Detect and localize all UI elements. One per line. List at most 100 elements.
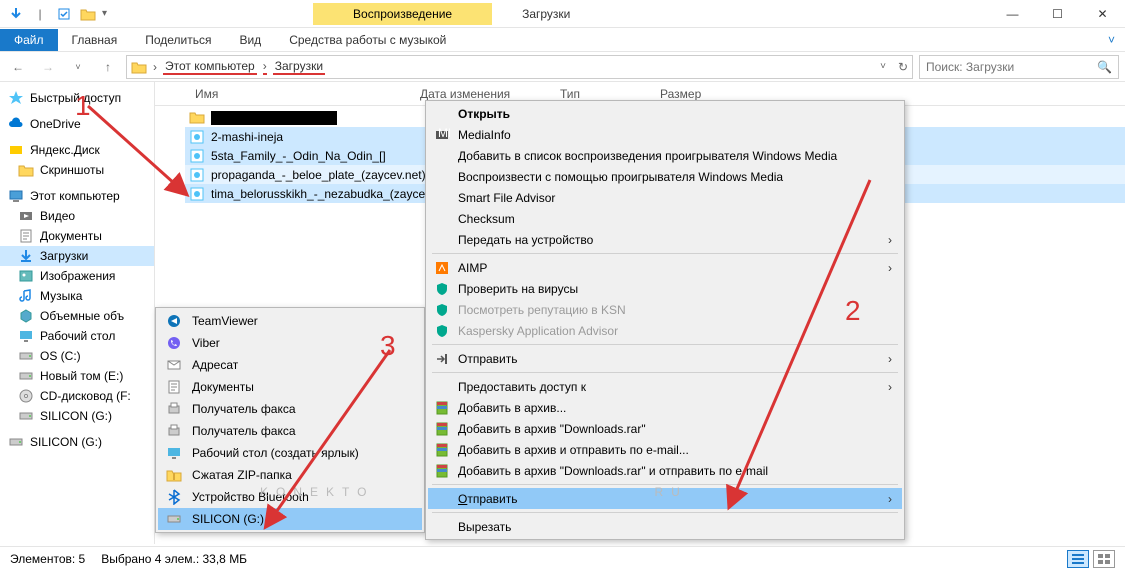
search-input[interactable] xyxy=(926,60,1097,74)
view-thumbnails-button[interactable] xyxy=(1093,550,1115,568)
menu-item[interactable]: Добавить в архив "Downloads.rar" и отпра… xyxy=(428,460,902,481)
tab-music-tools[interactable]: Средства работы с музыкой xyxy=(275,29,460,51)
address-bar[interactable]: › Этот компьютер › Загрузки ˅ ↻ xyxy=(126,55,913,79)
sidebar-item[interactable]: Скриншоты xyxy=(0,160,154,180)
col-date[interactable]: Дата изменения xyxy=(410,87,550,101)
breadcrumb-downloads[interactable]: Загрузки xyxy=(273,59,325,75)
menu-item[interactable]: Добавить в список воспроизведения проигр… xyxy=(428,145,902,166)
sidebar-item[interactable]: Документы xyxy=(0,226,154,246)
expand-ribbon-icon[interactable]: ˅ xyxy=(1098,33,1125,47)
submenu-item[interactable]: Рабочий стол (создать ярлык) xyxy=(158,442,422,464)
kasp-icon xyxy=(434,281,450,297)
submenu-label: SILICON (G:) xyxy=(192,512,264,526)
sidebar-item[interactable]: Новый том (E:) xyxy=(0,366,154,386)
sidebar-item[interactable]: Быстрый доступ xyxy=(0,88,154,108)
submenu-item[interactable]: Viber xyxy=(158,332,422,354)
col-name[interactable]: Имя xyxy=(185,87,410,101)
menu-label: Предоставить доступ к xyxy=(458,380,586,394)
sidebar-item[interactable]: OneDrive xyxy=(0,114,154,134)
tab-view[interactable]: Вид xyxy=(225,29,275,51)
sidebar-item[interactable]: Яндекс.Диск xyxy=(0,140,154,160)
forward-button[interactable]: → xyxy=(36,55,60,79)
sidebar-item[interactable]: Объемные объ xyxy=(0,306,154,326)
ydisk-icon xyxy=(8,142,24,158)
menu-item[interactable]: Добавить в архив "Downloads.rar" xyxy=(428,418,902,439)
sidebar-item[interactable]: Загрузки xyxy=(0,246,154,266)
refresh-icon[interactable]: ↻ xyxy=(892,60,908,74)
tab-file[interactable]: Файл xyxy=(0,29,58,51)
history-dropdown-icon[interactable]: ˅ xyxy=(66,55,90,79)
folder-icon xyxy=(131,60,147,74)
sidebar-item[interactable]: Музыка xyxy=(0,286,154,306)
close-button[interactable]: ✕ xyxy=(1080,0,1125,28)
navigation-bar: ← → ˅ ↑ › Этот компьютер › Загрузки ˅ ↻ … xyxy=(0,52,1125,82)
sidebar-item[interactable]: Видео xyxy=(0,206,154,226)
menu-item[interactable]: Предоставить доступ к› xyxy=(428,376,902,397)
dropdown-icon[interactable]: ▾ xyxy=(102,8,107,19)
search-icon[interactable]: 🔍 xyxy=(1097,60,1112,74)
chevron-right-icon[interactable]: › xyxy=(153,60,157,74)
context-menu: ОткрытьMIMediaInfoДобавить в список восп… xyxy=(425,100,905,540)
sidebar-label: Объемные объ xyxy=(40,309,124,323)
col-size[interactable]: Размер xyxy=(650,87,711,101)
wma-icon xyxy=(189,129,205,145)
sidebar-item[interactable]: Изображения xyxy=(0,266,154,286)
music-icon xyxy=(18,288,34,304)
menu-item[interactable]: AIMP› xyxy=(428,257,902,278)
menu-item[interactable]: Добавить в архив... xyxy=(428,397,902,418)
search-box[interactable]: 🔍 xyxy=(919,55,1119,79)
sidebar-label: SILICON (G:) xyxy=(30,435,102,449)
submenu-item[interactable]: Устройство Bluetooth xyxy=(158,486,422,508)
submenu-label: Устройство Bluetooth xyxy=(192,490,309,504)
3d-icon xyxy=(18,308,34,324)
share-icon xyxy=(434,351,450,367)
menu-item[interactable]: Открыть xyxy=(428,103,902,124)
sidebar-item[interactable]: Рабочий стол xyxy=(0,326,154,346)
rar-icon xyxy=(434,421,450,437)
sidebar-item[interactable]: OS (C:) xyxy=(0,346,154,366)
down-icon xyxy=(18,248,34,264)
col-type[interactable]: Тип xyxy=(550,87,650,101)
sidebar-item[interactable]: Этот компьютер xyxy=(0,186,154,206)
kasp-icon xyxy=(434,323,450,339)
submenu-item[interactable]: Адресат xyxy=(158,354,422,376)
hdd-icon xyxy=(18,368,34,384)
minimize-button[interactable]: — xyxy=(990,0,1035,28)
menu-item[interactable]: Воспроизвести с помощью проигрывателя Wi… xyxy=(428,166,902,187)
menu-item[interactable]: Отправить› xyxy=(428,348,902,369)
menu-item[interactable]: Отправить› xyxy=(428,488,902,509)
tab-home[interactable]: Главная xyxy=(58,29,132,51)
breadcrumb-pc[interactable]: Этот компьютер xyxy=(163,59,257,75)
back-button[interactable]: ← xyxy=(6,55,30,79)
up-button[interactable]: ↑ xyxy=(96,55,120,79)
submenu-item[interactable]: Сжатая ZIP-папка xyxy=(158,464,422,486)
sidebar-item[interactable]: SILICON (G:) xyxy=(0,432,154,452)
menu-separator xyxy=(432,344,898,345)
arrow-down-icon[interactable] xyxy=(6,4,26,24)
menu-label: MediaInfo xyxy=(458,128,511,142)
sidebar-item[interactable]: SILICON (G:) xyxy=(0,406,154,426)
submenu-item[interactable]: SILICON (G:) xyxy=(158,508,422,530)
checkbox-icon[interactable] xyxy=(54,4,74,24)
sidebar-item[interactable]: CD-дисковод (F: xyxy=(0,386,154,406)
maximize-button[interactable]: ☐ xyxy=(1035,0,1080,28)
chevron-right-icon[interactable]: › xyxy=(263,59,267,75)
folder-icon[interactable] xyxy=(78,4,98,24)
sendto-submenu: TeamViewerViberАдресатДокументыПолучател… xyxy=(155,307,425,533)
submenu-item[interactable]: Получатель факса xyxy=(158,398,422,420)
submenu-item[interactable]: TeamViewer xyxy=(158,310,422,332)
tab-share[interactable]: Поделиться xyxy=(131,29,225,51)
view-details-button[interactable] xyxy=(1067,550,1089,568)
menu-item[interactable]: Checksum xyxy=(428,208,902,229)
submenu-item[interactable]: Документы xyxy=(158,376,422,398)
menu-item[interactable]: Smart File Advisor xyxy=(428,187,902,208)
menu-item[interactable]: Передать на устройство› xyxy=(428,229,902,250)
hdd-icon xyxy=(18,348,34,364)
dropdown-icon[interactable]: | xyxy=(30,4,50,24)
menu-item[interactable]: MIMediaInfo xyxy=(428,124,902,145)
dropdown-icon[interactable]: ˅ xyxy=(880,61,886,72)
menu-item[interactable]: Добавить в архив и отправить по e-mail..… xyxy=(428,439,902,460)
menu-item[interactable]: Проверить на вирусы xyxy=(428,278,902,299)
submenu-item[interactable]: Получатель факса xyxy=(158,420,422,442)
menu-item[interactable]: Вырезать xyxy=(428,516,902,537)
